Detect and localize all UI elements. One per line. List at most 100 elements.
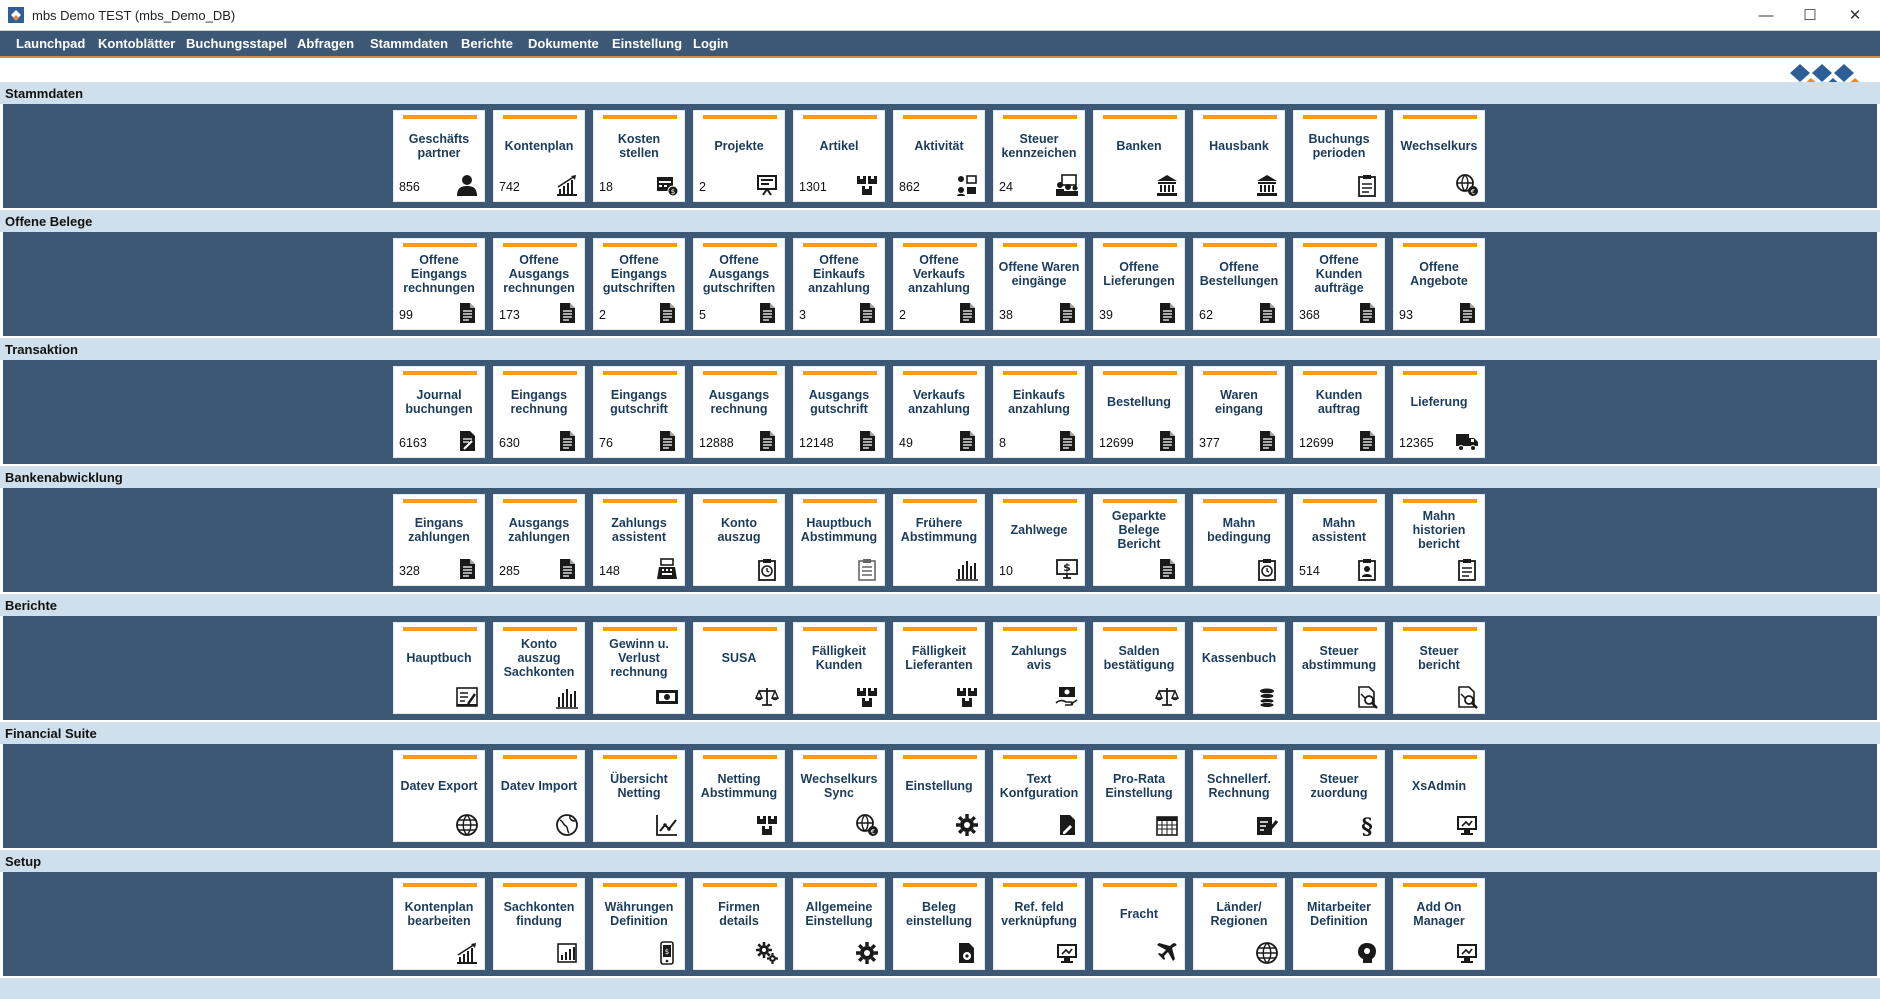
tile-ausgangs-zahlungen[interactable]: Ausgangs zahlungen 285 — [493, 494, 585, 586]
tile-journal-buchungen[interactable]: Journal buchungen 6163 — [393, 366, 485, 458]
tile-lieferung[interactable]: Lieferung 12365 — [1393, 366, 1485, 458]
tile-aktivität[interactable]: Aktivität 862 — [893, 110, 985, 202]
close-button[interactable]: ✕ — [1832, 0, 1878, 30]
tile-offene-ausgangs-rechnungen[interactable]: Offene Ausgangs rechnungen 173 — [493, 238, 585, 330]
tile-count: 2 — [899, 308, 906, 322]
tile-offene-waren-eingänge[interactable]: Offene Waren eingänge 38 — [993, 238, 1085, 330]
tile-offene-kunden-aufträge[interactable]: Offene Kunden aufträge 368 — [1293, 238, 1385, 330]
menu-item-abfragen[interactable]: Abfragen — [297, 36, 354, 51]
tile-banken[interactable]: Banken — [1093, 110, 1185, 202]
tile-offene-lieferungen[interactable]: Offene Lieferungen 39 — [1093, 238, 1185, 330]
tile-steuer-zuordung[interactable]: Steuer zuordung § — [1293, 750, 1385, 842]
tile-zahlungs-avis[interactable]: Zahlungs avis — [993, 622, 1085, 714]
tile-firmen-details[interactable]: Firmen details — [693, 878, 785, 970]
menu-item-stammdaten[interactable]: Stammdaten — [370, 36, 448, 51]
tile-offene-verkaufs-anzahlung[interactable]: Offene Verkaufs anzahlung 2 — [893, 238, 985, 330]
tile-kassenbuch[interactable]: Kassenbuch — [1193, 622, 1285, 714]
menu-item-einstellung[interactable]: Einstellung — [612, 36, 682, 51]
tile-mitarbeiter-definition[interactable]: Mitarbeiter Definition — [1293, 878, 1385, 970]
menu-item-buchungsstapel[interactable]: Buchungsstapel — [186, 36, 287, 51]
tile-kosten-stellen[interactable]: Kosten stellen 18 $ — [593, 110, 685, 202]
tile-währungen-definition[interactable]: Währungen Definition $ — [593, 878, 685, 970]
tile-schnellerf-rechnung[interactable]: Schnellerf. Rechnung — [1193, 750, 1285, 842]
menu-item-dokumente[interactable]: Dokumente — [528, 36, 599, 51]
menu-item-berichte[interactable]: Berichte — [461, 36, 513, 51]
document-icon — [1460, 303, 1475, 323]
tile-bestellung[interactable]: Bestellung 12699 — [1093, 366, 1185, 458]
tile-einkaufs-anzahlung[interactable]: Einkaufs anzahlung 8 — [993, 366, 1085, 458]
tile-offene-eingangs-gutschriften[interactable]: Offene Eingangs gutschriften 2 — [593, 238, 685, 330]
tile-mahn-bedingung[interactable]: Mahn bedingung — [1193, 494, 1285, 586]
tile-susa[interactable]: SUSA — [693, 622, 785, 714]
tile-accent-bar — [703, 883, 777, 887]
tile-projekte[interactable]: Projekte 2 — [693, 110, 785, 202]
scale-icon — [1155, 688, 1179, 706]
tile-ausgangs-gutschrift[interactable]: Ausgangs gutschrift 12148 — [793, 366, 885, 458]
tile-verkaufs-anzahlung[interactable]: Verkaufs anzahlung 49 — [893, 366, 985, 458]
tile-beleg-einstellung[interactable]: Beleg einstellung — [893, 878, 985, 970]
tile-waren-eingang[interactable]: Waren eingang 377 — [1193, 366, 1285, 458]
chart-up-icon — [557, 175, 577, 196]
tile-label: Sachkonten findung — [503, 900, 575, 928]
tile-geschäfts-partner[interactable]: Geschäfts partner 856 — [393, 110, 485, 202]
menu-item-kontoblätter[interactable]: Kontoblätter — [98, 36, 175, 51]
tile-artikel[interactable]: Artikel 1301 — [793, 110, 885, 202]
tile-fälligkeit-lieferanten[interactable]: Fälligkeit Lieferanten — [893, 622, 985, 714]
tile-add-on-manager[interactable]: Add On Manager — [1393, 878, 1485, 970]
menu-item-launchpad[interactable]: Launchpad — [16, 36, 85, 51]
tile-accent-bar — [1103, 115, 1177, 119]
menu-item-login[interactable]: Login — [693, 36, 728, 51]
tile-zahlungs-assistent[interactable]: Zahlungs assistent 148 — [593, 494, 685, 586]
tile-allgemeine-einstellung[interactable]: Allgemeine Einstellung — [793, 878, 885, 970]
tile-pro-rata-einstellung[interactable]: Pro-Rata Einstellung — [1093, 750, 1185, 842]
tile-konto-auszug-sachkonten[interactable]: Konto auszug Sachkonten — [493, 622, 585, 714]
tile-xsadmin[interactable]: XsAdmin — [1393, 750, 1485, 842]
tile-eingangs-rechnung[interactable]: Eingangs rechnung 630 — [493, 366, 585, 458]
tile-salden-bestätigung[interactable]: Salden bestätigung — [1093, 622, 1185, 714]
tile-hausbank[interactable]: Hausbank — [1193, 110, 1285, 202]
tile-datev-import[interactable]: Datev Import — [493, 750, 585, 842]
tile-steuer-abstimmung[interactable]: Steuer abstimmung — [1293, 622, 1385, 714]
tile-länder-regionen[interactable]: Länder/ Regionen — [1193, 878, 1285, 970]
tile-count: 368 — [1299, 308, 1320, 322]
document-icon — [860, 431, 875, 451]
pen-paper-icon — [1257, 817, 1279, 835]
tile-offene-bestellungen[interactable]: Offene Bestellungen 62 — [1193, 238, 1285, 330]
maximize-button[interactable]: ☐ — [1787, 0, 1833, 30]
tile-steuer-bericht[interactable]: Steuer bericht — [1393, 622, 1485, 714]
tile-steuer-kennzeichen[interactable]: Steuer kennzeichen 24 — [993, 110, 1085, 202]
tile-offene-eingangs-rechnungen[interactable]: Offene Eingangs rechnungen 99 — [393, 238, 485, 330]
tile-offene-ausgangs-gutschriften[interactable]: Offene Ausgangs gutschriften 5 — [693, 238, 785, 330]
tile-eingangs-gutschrift[interactable]: Eingangs gutschrift 76 — [593, 366, 685, 458]
tile-hauptbuch-abstimmung[interactable]: Hauptbuch Abstimmung — [793, 494, 885, 586]
tile-offene-angebote[interactable]: Offene Angebote 93 — [1393, 238, 1485, 330]
minimize-button[interactable]: — — [1743, 0, 1789, 30]
tile-einstellung[interactable]: Einstellung — [893, 750, 985, 842]
tile-hauptbuch[interactable]: Hauptbuch — [393, 622, 485, 714]
tile-netting-abstimmung[interactable]: Netting Abstimmung — [693, 750, 785, 842]
tile-mahn-historien-bericht[interactable]: Mahn historien bericht — [1393, 494, 1485, 586]
tile-wechselkurs[interactable]: Wechselkurs € — [1393, 110, 1485, 202]
tile-wechselkurs-sync[interactable]: Wechselkurs Sync € — [793, 750, 885, 842]
tile-kontenplan-bearbeiten[interactable]: Kontenplan bearbeiten — [393, 878, 485, 970]
tile-text-konfguration[interactable]: Text Konfguration — [993, 750, 1085, 842]
tile-konto-auszug[interactable]: Konto auszug — [693, 494, 785, 586]
tile-offene-einkaufs-anzahlung[interactable]: Offene Einkaufs anzahlung 3 — [793, 238, 885, 330]
tile-ausgangs-rechnung[interactable]: Ausgangs rechnung 12888 — [693, 366, 785, 458]
tile-kunden-auftrag[interactable]: Kunden auftrag 12699 — [1293, 366, 1385, 458]
tile-geparkte-belege-bericht[interactable]: Geparkte Belege Bericht — [1093, 494, 1185, 586]
tile-kontenplan[interactable]: Kontenplan 742 — [493, 110, 585, 202]
tile-fälligkeit-kunden[interactable]: Fälligkeit Kunden — [793, 622, 885, 714]
tile-datev-export[interactable]: Datev Export — [393, 750, 485, 842]
tile-zahlwege[interactable]: Zahlwege 10 $ — [993, 494, 1085, 586]
tile-frühere-abstimmung[interactable]: Frühere Abstimmung — [893, 494, 985, 586]
tile-gewinn-u-verlust-rechnung[interactable]: Gewinn u. Verlust rechnung — [593, 622, 685, 714]
tile-buchungs-perioden[interactable]: Buchungs perioden — [1293, 110, 1385, 202]
tile-count: 856 — [399, 180, 420, 194]
tile-fracht[interactable]: Fracht — [1093, 878, 1185, 970]
tile-mahn-assistent[interactable]: Mahn assistent 514 — [1293, 494, 1385, 586]
tile-eingans-zahlungen[interactable]: Eingans zahlungen 328 — [393, 494, 485, 586]
tile-sachkonten-findung[interactable]: Sachkonten findung — [493, 878, 585, 970]
tile-übersicht-netting[interactable]: Übersicht Netting — [593, 750, 685, 842]
tile-ref-feld-verknüpfung[interactable]: Ref. feld verknüpfung — [993, 878, 1085, 970]
